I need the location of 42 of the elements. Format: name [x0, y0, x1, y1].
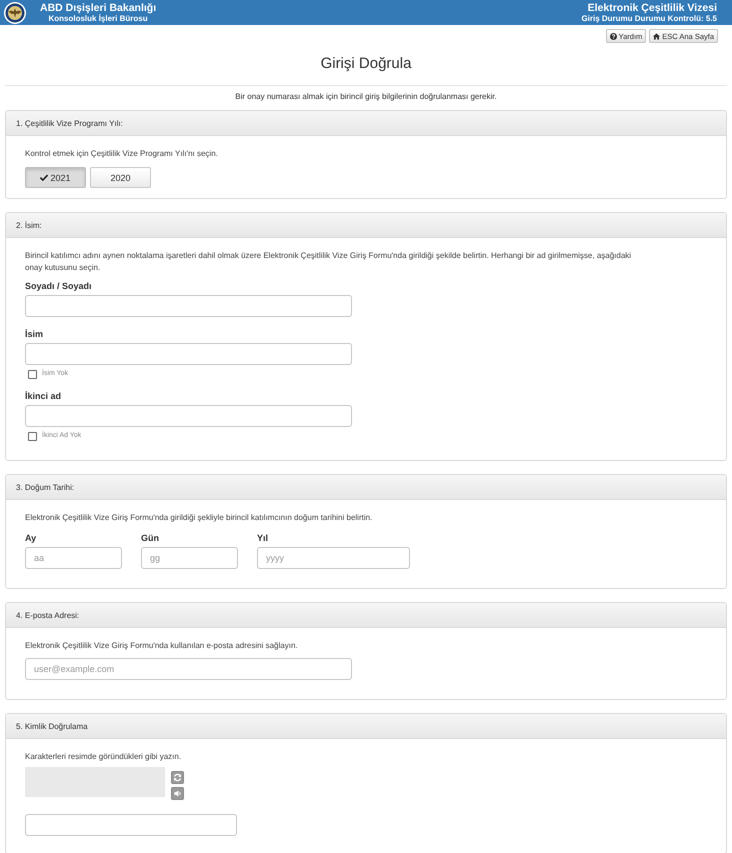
instructions-text: Elektronik Çeşitlilik Vize Giriş Formu'nda kullanılan e-posta adresini sağlayın.	[25, 640, 299, 652]
checkbox[interactable]	[28, 432, 37, 440]
field-label: Soyadı / Soyadı	[25, 280, 92, 292]
text-field[interactable]: user@example.com	[25, 658, 352, 680]
checkbox[interactable]	[28, 370, 37, 378]
home-icon	[653, 32, 660, 40]
refresh-button[interactable]	[171, 771, 184, 784]
captcha-answer-field[interactable]	[25, 814, 237, 836]
section-header: 4. E-posta Adresi:	[6, 603, 726, 628]
section-header: 2. İsim:	[6, 213, 726, 238]
instructions-text: Kontrol etmek için Çeşitlilik Vize Programı Yılı'nı seçin.	[25, 148, 219, 160]
field-label: İsim	[25, 328, 44, 340]
agency-name: ABD Dışişleri Bakanlığı	[40, 2, 156, 14]
field-label: Gün	[141, 532, 159, 544]
page-title: Girişi Doğrula	[320, 54, 412, 74]
text-field[interactable]: aa	[25, 547, 122, 569]
speaker-icon	[173, 789, 182, 798]
audio-button[interactable]	[171, 787, 184, 800]
text-field[interactable]	[25, 295, 352, 317]
field-label: Ay	[25, 532, 36, 544]
instructions-text: Karakterleri resimde göründükleri gibi yazın.	[25, 751, 182, 763]
check-icon	[40, 174, 48, 181]
field-label: İkinci ad	[25, 390, 62, 402]
text-field[interactable]: gg	[141, 547, 238, 569]
text-field[interactable]	[25, 343, 352, 365]
section-header: 1. Çeşitlilik Vize Programı Yılı:	[6, 111, 726, 136]
text-field[interactable]: yyyy	[257, 547, 410, 569]
field-label: Yıl	[257, 532, 268, 544]
refresh-icon	[173, 773, 182, 782]
instructions-text: Elektronik Çeşitlilik Vize Giriş Formu'nda girildiği şekliyle birincil katılımcının doğum tarihini belirtin.	[25, 512, 374, 524]
section-header: 5. Kimlik Doğrulama	[6, 714, 726, 739]
application-title: Elektronik Çeşitlilik Vizesi	[588, 2, 717, 14]
year-toggle[interactable]: 2020	[90, 167, 151, 188]
section-header: 3. Doğum Tarihi:	[6, 475, 726, 500]
seal-icon	[4, 2, 26, 24]
status-check-version: Giriş Durumu Durumu Kontrolü: 5.5	[581, 14, 717, 24]
instructions-text: Birincil katılımcı adını aynen noktalama işaretleri dahil olmak üzere Elektronik Çeşitlilik Vize Giriş Formu'nda girildiği şekilde belirtin. Herhangi bir ad girilmemişse, aşağıdaki onay kutusunu seçin.	[25, 250, 632, 274]
year-toggle[interactable]: 2021	[25, 167, 86, 188]
help-icon	[610, 32, 617, 40]
text-field[interactable]	[25, 405, 352, 427]
intro-text: Bir onay numarası almak için birincil giriş bilgilerinin doğrulanması gerekir.	[234, 91, 498, 103]
bureau-name: Konsolosluk İşleri Bürosu	[48, 14, 148, 24]
